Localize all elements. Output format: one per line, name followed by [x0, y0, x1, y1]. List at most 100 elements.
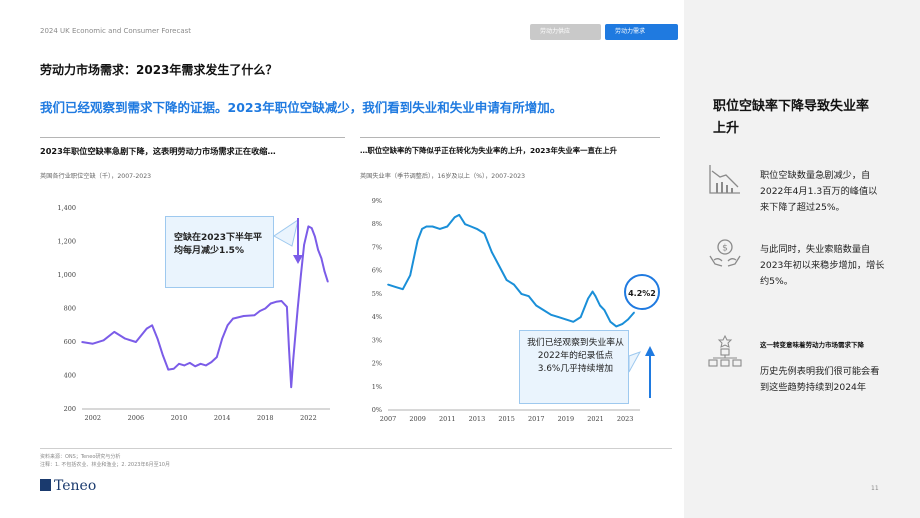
org-chart-icon	[708, 335, 742, 367]
chart2-y-tick-label: 3%	[372, 336, 382, 344]
chart1-data-point	[314, 235, 316, 238]
chart1-data-point	[210, 361, 213, 363]
chart1-x-tick-label: 2010	[171, 414, 188, 422]
chart2-data-point	[464, 223, 466, 226]
chart2-up-arrow-head	[645, 346, 655, 356]
chart1-data-point	[294, 332, 297, 335]
chart2-data-point	[535, 304, 538, 307]
chart2-data-point	[453, 216, 456, 219]
chart2-x-tick-label: 2017	[528, 415, 545, 423]
chart1-x-tick-label: 2002	[85, 414, 102, 422]
chart2-data-point	[579, 316, 582, 318]
chart2-data-point	[572, 320, 575, 323]
chart2-x-tick-label: 2023	[617, 415, 634, 423]
chart2-data-point	[599, 304, 601, 307]
sidebar-item-3-heading: 这一转变意味着劳动力市场需求下降	[760, 341, 864, 349]
chart2-data-point	[490, 251, 493, 253]
chart1-data-point	[242, 315, 245, 317]
sidebar-item-2-text: 与此同时，失业索赔数量自2023年初以来稳步增加，增长约5%。	[760, 244, 885, 287]
chart2-latest-value-badge: 4.2%2	[624, 274, 660, 310]
chart1-data-point	[215, 356, 218, 358]
footer-rule	[40, 448, 672, 449]
svg-text:$: $	[722, 244, 728, 254]
chart2-data-point	[528, 295, 530, 298]
chart2-y-tick-label: 4%	[372, 313, 382, 321]
chart2-x-tick-label: 2019	[558, 415, 575, 423]
chart1-y-tick-label: 1,000	[57, 271, 76, 279]
chart2-x-tick-label: 2013	[469, 415, 486, 423]
chart2-data-point	[609, 320, 612, 323]
chart1-data-point	[275, 301, 277, 303]
chart2-data-point	[402, 288, 404, 291]
chart1-data-point	[113, 331, 116, 333]
chart2-data-point	[520, 293, 523, 295]
chart2-y-tick-label: 6%	[372, 267, 382, 275]
chart2-data-point	[476, 228, 478, 230]
chart2-y-tick-label: 9%	[372, 197, 382, 205]
chart1-y-tick-label: 800	[64, 305, 76, 313]
teneo-logo-icon	[40, 479, 51, 491]
chart1-data-point	[167, 368, 170, 371]
chart2-data-point	[409, 274, 412, 277]
chart1-data-point	[317, 249, 319, 251]
chart1-callout: 空缺在2023下半年平均每月减少1.5%	[165, 216, 274, 288]
chart1-data-point	[221, 337, 223, 340]
chart1-data-point	[264, 307, 267, 310]
chart1-data-point	[183, 364, 186, 367]
chart2-data-point	[550, 313, 552, 316]
chart1-data-point	[226, 324, 229, 327]
chart2-data-point	[446, 225, 449, 228]
chart2-data-point	[387, 283, 389, 286]
chart1-data-point	[253, 314, 256, 317]
chart1-data-point	[156, 337, 159, 340]
footnotes: 注释：1. 不包括农业、林业和渔业；2. 2023年6月至10月	[40, 462, 170, 468]
chart1-data-point	[124, 337, 126, 340]
chart1-x-tick-label: 2018	[257, 414, 274, 422]
chart1-data-point	[145, 327, 148, 330]
chart1-data-point	[259, 310, 261, 312]
chart2-data-point	[505, 279, 508, 281]
chart1-y-tick-label: 1,200	[57, 238, 76, 246]
chart2-y-tick-label: 8%	[372, 220, 382, 228]
chart1-data-point	[296, 307, 299, 310]
chart2-data-point	[565, 318, 567, 321]
chart2-data-point	[591, 290, 594, 293]
chart1-y-tick-label: 200	[64, 405, 76, 413]
chart2-data-point	[594, 295, 597, 298]
chart1-data-point	[135, 341, 137, 343]
chart2-data-point	[394, 286, 397, 288]
chart2-data-point	[542, 309, 545, 311]
chart2-data-point	[483, 232, 486, 235]
chart2-data-point	[421, 228, 423, 230]
chart1-x-tick-label: 2022	[300, 414, 317, 422]
chart1-data-point	[81, 341, 83, 343]
chart2-data-point	[557, 316, 560, 318]
chart1-data-point	[91, 342, 94, 345]
chart1-data-point	[102, 339, 105, 342]
chart2-x-tick-label: 2015	[498, 415, 515, 423]
page-number: 11	[871, 485, 879, 492]
sidebar-title: 职位空缺率下降导致失业率上升	[713, 99, 870, 136]
chart2-data-point	[615, 325, 618, 328]
chart2-data-point	[633, 311, 635, 314]
chart1-data-point	[189, 362, 191, 364]
chart1-callout-pointer	[273, 218, 299, 247]
chart1-data-point	[303, 244, 305, 246]
chart1-y-tick-label: 1,400	[57, 204, 76, 212]
chart2-data-point	[439, 228, 441, 230]
chart1-x-tick-label: 2014	[214, 414, 231, 422]
chart2-x-tick-label: 2021	[587, 415, 604, 423]
chart1-data-point	[323, 270, 326, 273]
chart2-data-point	[513, 283, 515, 286]
chart1-x-tick-label: 2006	[128, 414, 145, 422]
chart2-data-point	[425, 225, 428, 228]
chart1-data-point	[327, 280, 329, 283]
chart1-data-point	[194, 365, 197, 368]
chart2-data-point	[416, 239, 419, 242]
chart2-series-line	[387, 213, 635, 328]
sidebar-item-3-text: 历史先例表明我们很可能会看到这些趋势持续到2024年	[760, 366, 880, 393]
chart2-data-point	[498, 265, 500, 267]
chart1-y-tick-label: 600	[64, 338, 76, 346]
chart2-y-tick-label: 7%	[372, 243, 382, 251]
hands-money-icon: $	[709, 239, 741, 267]
